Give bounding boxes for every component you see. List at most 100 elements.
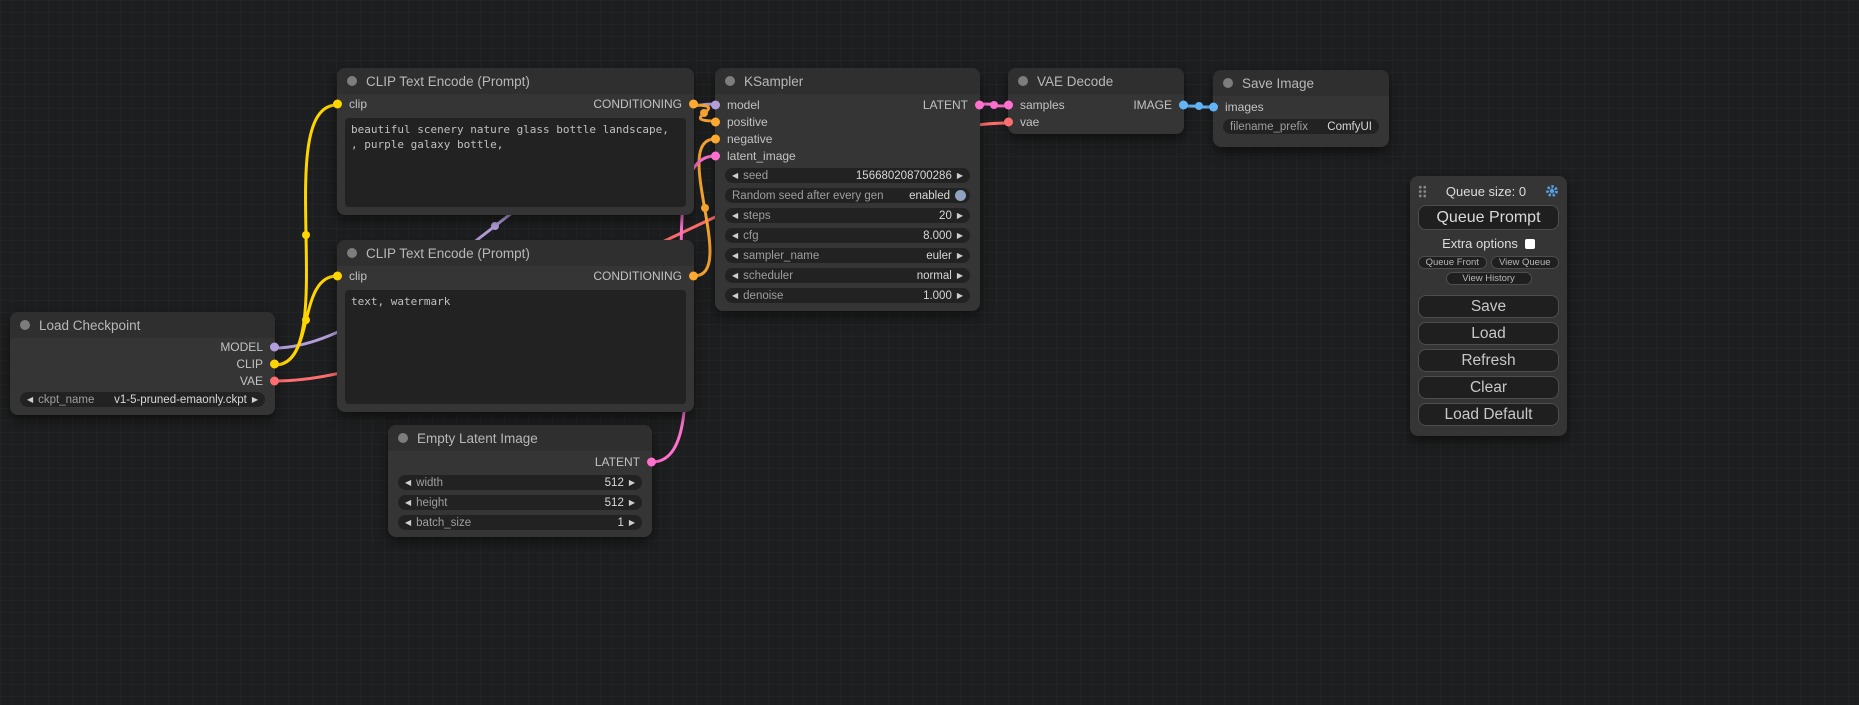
widget-ckpt-name[interactable]: ◀ ckpt_name v1-5-pruned-emaonly.ckpt ▶: [20, 392, 265, 407]
drag-handle-icon[interactable]: [1418, 185, 1427, 198]
view-history-button[interactable]: View History: [1446, 272, 1532, 285]
collapse-dot-icon[interactable]: [347, 248, 357, 258]
prompt-textarea[interactable]: beautiful scenery nature glass bottle la…: [345, 118, 686, 207]
input-slot-negative[interactable]: negative: [727, 132, 772, 146]
output-dot-vae[interactable]: [270, 376, 279, 385]
collapse-dot-icon[interactable]: [20, 320, 30, 330]
input-dot-images[interactable]: [1209, 102, 1218, 111]
widget-seed[interactable]: ◀ seed 156680208700286 ▶: [725, 168, 970, 183]
node-titlebar[interactable]: CLIP Text Encode (Prompt): [337, 68, 694, 94]
node-clip-text-encode-positive[interactable]: CLIP Text Encode (Prompt) clip CONDITION…: [337, 68, 694, 215]
widget-denoise[interactable]: ◀ denoise 1.000 ▶: [725, 288, 970, 303]
output-dot-model[interactable]: [270, 342, 279, 351]
output-slot-model[interactable]: MODEL: [220, 340, 263, 354]
collapse-dot-icon[interactable]: [1223, 78, 1233, 88]
output-slot-vae[interactable]: VAE: [240, 374, 263, 388]
increment-arrow-icon[interactable]: ▶: [629, 519, 635, 527]
view-queue-button[interactable]: View Queue: [1491, 256, 1560, 269]
settings-gear-icon[interactable]: [1545, 184, 1559, 198]
input-dot-vae[interactable]: [1004, 117, 1013, 126]
increment-arrow-icon[interactable]: ▶: [957, 232, 963, 240]
decrement-arrow-icon[interactable]: ◀: [405, 479, 411, 487]
refresh-button[interactable]: Refresh: [1418, 349, 1559, 372]
node-clip-text-encode-negative[interactable]: CLIP Text Encode (Prompt) clip CONDITION…: [337, 240, 694, 412]
node-save-image[interactable]: Save Image images filename_prefix ComfyU…: [1213, 70, 1389, 147]
collapse-dot-icon[interactable]: [1018, 76, 1028, 86]
widget-steps[interactable]: ◀ steps 20 ▶: [725, 208, 970, 223]
node-titlebar[interactable]: Empty Latent Image: [388, 425, 652, 451]
output-dot-image[interactable]: [1179, 100, 1188, 109]
output-dot-conditioning[interactable]: [689, 100, 698, 109]
load-button[interactable]: Load: [1418, 322, 1559, 345]
output-dot-latent[interactable]: [647, 457, 656, 466]
input-slot-clip[interactable]: clip: [349, 97, 367, 111]
output-dot-clip[interactable]: [270, 359, 279, 368]
widget-scheduler[interactable]: ◀ scheduler normal ▶: [725, 268, 970, 283]
output-slot-latent[interactable]: LATENT: [595, 455, 640, 469]
input-slot-samples[interactable]: samples: [1020, 98, 1065, 112]
queue-prompt-button[interactable]: Queue Prompt: [1418, 205, 1559, 230]
widget-sampler-name[interactable]: ◀ sampler_name euler ▶: [725, 248, 970, 263]
collapse-dot-icon[interactable]: [725, 76, 735, 86]
input-dot-clip[interactable]: [333, 100, 342, 109]
increment-arrow-icon[interactable]: ▶: [957, 252, 963, 260]
prompt-textarea[interactable]: text, watermark: [345, 290, 686, 404]
input-dot-latent-image[interactable]: [711, 151, 720, 160]
node-titlebar[interactable]: VAE Decode: [1008, 68, 1184, 94]
extra-options-checkbox[interactable]: [1525, 239, 1535, 249]
increment-arrow-icon[interactable]: ▶: [957, 292, 963, 300]
decrement-arrow-icon[interactable]: ◀: [732, 292, 738, 300]
collapse-dot-icon[interactable]: [398, 433, 408, 443]
output-slot-conditioning[interactable]: CONDITIONING: [593, 97, 682, 111]
node-empty-latent-image[interactable]: Empty Latent Image LATENT ◀ width 512 ▶ …: [388, 425, 652, 537]
widget-cfg[interactable]: ◀ cfg 8.000 ▶: [725, 228, 970, 243]
widget-batch-size[interactable]: ◀ batch_size 1 ▶: [398, 515, 642, 530]
load-default-button[interactable]: Load Default: [1418, 403, 1559, 426]
input-dot-samples[interactable]: [1004, 100, 1013, 109]
toggle-knob[interactable]: [955, 190, 966, 201]
input-slot-vae[interactable]: vae: [1020, 115, 1039, 129]
decrement-arrow-icon[interactable]: ◀: [405, 499, 411, 507]
node-ksampler[interactable]: KSampler model LATENT positive negative …: [715, 68, 980, 311]
queue-front-button[interactable]: Queue Front: [1418, 256, 1487, 269]
input-dot-positive[interactable]: [711, 117, 720, 126]
clear-button[interactable]: Clear: [1418, 376, 1559, 399]
input-dot-clip[interactable]: [333, 272, 342, 281]
node-titlebar[interactable]: CLIP Text Encode (Prompt): [337, 240, 694, 266]
output-dot-conditioning[interactable]: [689, 272, 698, 281]
node-titlebar[interactable]: Save Image: [1213, 70, 1389, 96]
increment-arrow-icon[interactable]: ▶: [957, 212, 963, 220]
save-button[interactable]: Save: [1418, 295, 1559, 318]
node-graph-canvas[interactable]: Load Checkpoint MODEL CLIP VAE ◀ ckpt_na…: [0, 0, 1859, 705]
widget-width[interactable]: ◀ width 512 ▶: [398, 475, 642, 490]
decrement-arrow-icon[interactable]: ◀: [732, 172, 738, 180]
comfy-menu-panel[interactable]: Queue size: 0 Queue Prompt Extra options…: [1410, 176, 1567, 436]
output-slot-conditioning[interactable]: CONDITIONING: [593, 269, 682, 283]
input-dot-negative[interactable]: [711, 134, 720, 143]
input-slot-model[interactable]: model: [727, 98, 760, 112]
input-slot-latent-image[interactable]: latent_image: [727, 149, 796, 163]
output-slot-clip[interactable]: CLIP: [236, 357, 263, 371]
increment-arrow-icon[interactable]: ▶: [629, 479, 635, 487]
widget-random-seed-toggle[interactable]: Random seed after every gen enabled: [725, 188, 970, 203]
increment-arrow-icon[interactable]: ▶: [629, 499, 635, 507]
increment-arrow-icon[interactable]: ▶: [957, 272, 963, 280]
input-slot-images[interactable]: images: [1225, 100, 1264, 114]
increment-arrow-icon[interactable]: ▶: [957, 172, 963, 180]
input-dot-model[interactable]: [711, 100, 720, 109]
collapse-dot-icon[interactable]: [347, 76, 357, 86]
output-dot-latent[interactable]: [975, 100, 984, 109]
decrement-arrow-icon[interactable]: ◀: [27, 396, 33, 404]
decrement-arrow-icon[interactable]: ◀: [732, 232, 738, 240]
node-titlebar[interactable]: Load Checkpoint: [10, 312, 275, 338]
output-slot-image[interactable]: IMAGE: [1133, 98, 1172, 112]
decrement-arrow-icon[interactable]: ◀: [405, 519, 411, 527]
node-vae-decode[interactable]: VAE Decode samples IMAGE vae: [1008, 68, 1184, 134]
widget-height[interactable]: ◀ height 512 ▶: [398, 495, 642, 510]
decrement-arrow-icon[interactable]: ◀: [732, 212, 738, 220]
node-load-checkpoint[interactable]: Load Checkpoint MODEL CLIP VAE ◀ ckpt_na…: [10, 312, 275, 415]
widget-filename-prefix[interactable]: filename_prefix ComfyUI: [1223, 119, 1379, 134]
input-slot-clip[interactable]: clip: [349, 269, 367, 283]
decrement-arrow-icon[interactable]: ◀: [732, 272, 738, 280]
output-slot-latent[interactable]: LATENT: [923, 98, 968, 112]
